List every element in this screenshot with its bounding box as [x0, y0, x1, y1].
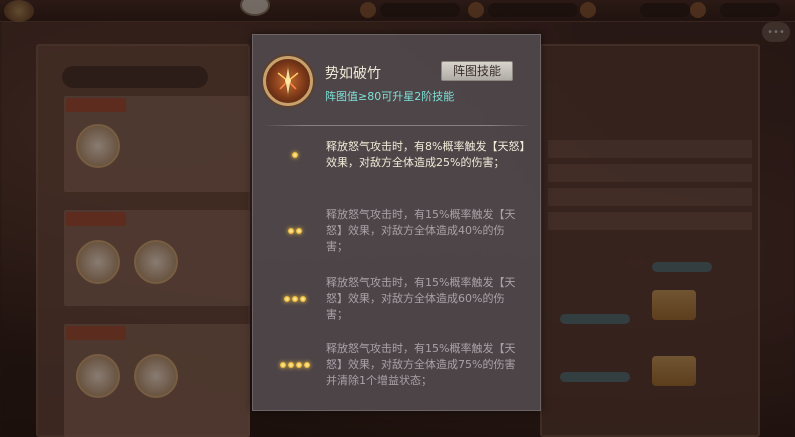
- flaming-sword-icon: [263, 56, 313, 106]
- star-dots: [275, 225, 315, 237]
- star-dot-icon: [292, 152, 298, 158]
- star-dots: [275, 293, 315, 305]
- skill-requirement: 阵图值≥80可升星2阶技能: [325, 90, 455, 103]
- star-dots: [275, 359, 315, 371]
- star-dot-icon: [304, 362, 310, 368]
- star-dot-icon: [288, 228, 294, 234]
- star-dot-icon: [288, 362, 294, 368]
- skill-name: 势如破竹: [325, 66, 381, 82]
- skill-level-description: 释放怒气攻击时，有8%概率触发【天怒】效果，对敌方全体造成25%的伤害；: [326, 140, 525, 169]
- star-dot-icon: [284, 296, 290, 302]
- formation-skill-tag: 阵图技能: [441, 61, 513, 81]
- skill-tooltip: 势如破竹 阵图技能 阵图值≥80可升星2阶技能 释放怒气攻击时，有8%概率触发【…: [252, 34, 541, 411]
- star-dot-icon: [296, 362, 302, 368]
- skill-level-description: 释放怒气攻击时，有15%概率触发【天怒】效果，对敌方全体造成60%的伤害；: [326, 276, 516, 321]
- star-dots: [275, 149, 315, 161]
- star-dot-icon: [296, 228, 302, 234]
- skill-level-description: 释放怒气攻击时，有15%概率触发【天怒】效果，对敌方全体造成40%的伤害；: [326, 208, 516, 253]
- star-dot-icon: [292, 296, 298, 302]
- star-dot-icon: [300, 296, 306, 302]
- star-dot-icon: [280, 362, 286, 368]
- skill-level-description: 释放怒气攻击时，有15%概率触发【天怒】效果，对敌方全体造成75%的伤害并清除1…: [326, 342, 516, 387]
- divider: [263, 125, 531, 126]
